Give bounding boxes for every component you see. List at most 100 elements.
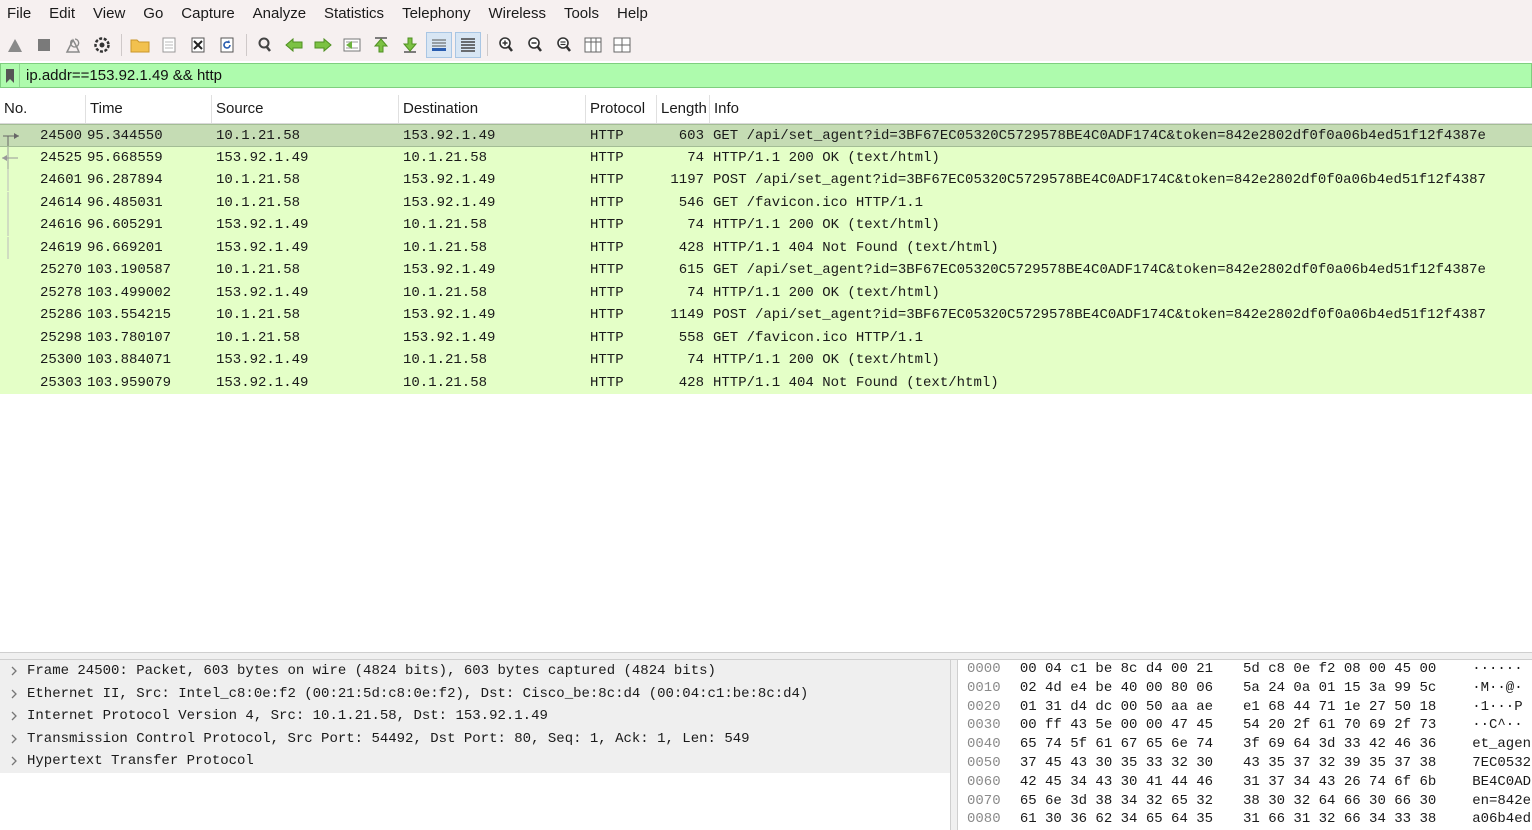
hex-bytes-low[interactable]: 61 30 36 62 34 65 64 35 bbox=[1020, 810, 1243, 829]
menu-capture[interactable]: Capture bbox=[173, 0, 244, 28]
detail-row-frame[interactable]: Frame 24500: Packet, 603 bytes on wire (… bbox=[0, 660, 950, 683]
menu-statistics[interactable]: Statistics bbox=[316, 0, 394, 28]
colorize-button[interactable] bbox=[455, 31, 481, 58]
column-header-destination[interactable]: Destination bbox=[399, 95, 586, 123]
ascii-bytes[interactable]: BE4C0AD bbox=[1472, 773, 1532, 792]
packet-row[interactable]: 24616 96.605291 153.92.1.49 10.1.21.58 HTTP 7… bbox=[0, 214, 1532, 237]
ascii-bytes[interactable]: ······ bbox=[1472, 660, 1532, 679]
column-header-protocol[interactable]: Protocol bbox=[586, 95, 657, 123]
resize-columns-button[interactable] bbox=[580, 32, 606, 58]
go-back-button[interactable] bbox=[281, 32, 307, 58]
hex-bytes-high[interactable]: 5d c8 0e f2 08 00 45 00 bbox=[1243, 660, 1472, 679]
hex-bytes-low[interactable]: 02 4d e4 be 40 00 80 06 bbox=[1020, 679, 1243, 698]
save-file-button[interactable] bbox=[156, 32, 182, 58]
ascii-bytes[interactable]: ·1···P bbox=[1472, 698, 1532, 717]
go-forward-button[interactable] bbox=[310, 32, 336, 58]
related-packet-line-icon bbox=[0, 349, 20, 372]
hex-bytes-high[interactable]: 43 35 37 32 39 35 37 38 bbox=[1243, 754, 1472, 773]
menu-telephony[interactable]: Telephony bbox=[394, 0, 480, 28]
packet-row[interactable]: 24525 95.668559 153.92.1.49 10.1.21.58 HTTP 7… bbox=[0, 146, 1532, 169]
packet-row[interactable]: 25278 103.499002 153.92.1.49 10.1.21.58 HTTP… bbox=[0, 281, 1532, 305]
close-file-button[interactable] bbox=[185, 32, 211, 58]
hex-bytes-high[interactable]: 38 30 32 64 66 30 66 30 bbox=[1243, 792, 1472, 811]
open-file-button[interactable] bbox=[127, 32, 153, 58]
related-packet-line-icon bbox=[0, 282, 20, 305]
menu-go[interactable]: Go bbox=[135, 0, 173, 28]
ascii-bytes[interactable]: 7EC0532 bbox=[1472, 754, 1532, 773]
hex-bytes-high[interactable]: 5a 24 0a 01 15 3a 99 5c bbox=[1243, 679, 1472, 698]
chevron-right-icon[interactable] bbox=[0, 666, 27, 676]
ascii-bytes[interactable]: a06b4ed bbox=[1472, 810, 1532, 829]
display-filter-input[interactable] bbox=[26, 67, 1426, 84]
column-header-time[interactable]: Time bbox=[86, 95, 212, 123]
hex-bytes-high[interactable]: 3f 69 64 3d 33 42 46 36 bbox=[1243, 735, 1472, 754]
detail-row-tcp[interactable]: Transmission Control Protocol, Src Port:… bbox=[0, 728, 950, 751]
ascii-bytes[interactable]: et_agen bbox=[1472, 735, 1532, 754]
packet-row[interactable]: 25303 103.959079 153.92.1.49 10.1.21.58 HTTP… bbox=[0, 371, 1532, 394]
menu-help[interactable]: Help bbox=[609, 0, 658, 28]
hex-bytes-low[interactable]: 01 31 d4 dc 00 50 aa ae bbox=[1020, 698, 1243, 717]
packet-row[interactable]: 24619 96.669201 153.92.1.49 10.1.21.58 HTTP 4… bbox=[0, 236, 1532, 259]
normal-size-button[interactable] bbox=[551, 32, 577, 58]
packet-length: 603 bbox=[678, 128, 704, 144]
zoom-in-button[interactable] bbox=[493, 32, 519, 58]
menu-wireless[interactable]: Wireless bbox=[480, 0, 556, 28]
packet-row[interactable]: 24601 96.287894 10.1.21.58 153.92.1.49 HTTP 1… bbox=[0, 169, 1532, 192]
packet-row[interactable]: 24500 95.344550 10.1.21.58 153.92.1.49 HTTP 6… bbox=[0, 124, 1532, 147]
hex-bytes-low[interactable]: 65 74 5f 61 67 65 6e 74 bbox=[1020, 735, 1243, 754]
detail-row-ipv4[interactable]: Internet Protocol Version 4, Src: 10.1.2… bbox=[0, 705, 950, 728]
last-packet-button[interactable] bbox=[397, 32, 423, 58]
start-capture-button[interactable] bbox=[2, 32, 28, 58]
menu-analyze[interactable]: Analyze bbox=[245, 0, 316, 28]
menu-tools[interactable]: Tools bbox=[556, 0, 609, 28]
hex-bytes-low[interactable]: 37 45 43 30 35 33 32 30 bbox=[1020, 754, 1243, 773]
chevron-right-icon[interactable] bbox=[0, 756, 27, 766]
hex-bytes-low[interactable]: 00 ff 43 5e 00 00 47 45 bbox=[1020, 716, 1243, 735]
hex-bytes-high[interactable]: 31 66 31 32 66 34 33 38 bbox=[1243, 810, 1472, 829]
go-to-packet-button[interactable] bbox=[339, 32, 365, 58]
menu-edit[interactable]: Edit bbox=[41, 0, 85, 28]
column-header-no[interactable]: No. bbox=[0, 95, 86, 123]
first-packet-button[interactable] bbox=[368, 32, 394, 58]
packet-row[interactable]: 25286 103.554215 10.1.21.58 153.92.1.49 HTTP… bbox=[0, 304, 1532, 327]
menu-view[interactable]: View bbox=[85, 0, 135, 28]
ascii-bytes[interactable]: ·M··@· bbox=[1472, 679, 1532, 698]
reload-file-button[interactable] bbox=[214, 32, 240, 58]
stop-capture-button[interactable] bbox=[31, 32, 57, 58]
packet-row[interactable]: 24614 96.485031 10.1.21.58 153.92.1.49 HTTP 5… bbox=[0, 191, 1532, 214]
packet-info: HTTP/1.1 200 OK (text/html) bbox=[713, 149, 940, 166]
chevron-right-icon[interactable] bbox=[0, 734, 27, 744]
hex-bytes-low[interactable]: 42 45 34 43 30 41 44 46 bbox=[1020, 773, 1243, 792]
detail-row-ethernet[interactable]: Ethernet II, Src: Intel_c8:0e:f2 (00:21:… bbox=[0, 683, 950, 706]
capture-options-button[interactable] bbox=[89, 32, 115, 58]
packet-destination: 153.92.1.49 bbox=[403, 262, 496, 278]
auto-scroll-button[interactable] bbox=[426, 31, 452, 58]
filter-bookmark-button[interactable] bbox=[1, 64, 20, 87]
packet-row[interactable]: 25298 103.780107 10.1.21.58 153.92.1.49 HTTP… bbox=[0, 326, 1532, 349]
packet-row[interactable]: 25270 103.190587 10.1.21.58 153.92.1.49 HTTP… bbox=[0, 259, 1532, 282]
ascii-bytes[interactable]: en=842e bbox=[1472, 792, 1532, 811]
find-packet-button[interactable] bbox=[252, 32, 278, 58]
ascii-bytes[interactable]: ··C^·· bbox=[1472, 716, 1532, 735]
horizontal-splitter[interactable] bbox=[0, 652, 1532, 660]
layout-button[interactable] bbox=[609, 32, 635, 58]
toolbar-separator bbox=[246, 33, 247, 56]
hex-bytes-low[interactable]: 65 6e 3d 38 34 32 65 32 bbox=[1020, 792, 1243, 811]
restart-capture-button[interactable] bbox=[60, 32, 86, 58]
detail-row-http[interactable]: Hypertext Transfer Protocol bbox=[0, 750, 950, 773]
packet-time: 103.554215 bbox=[87, 307, 172, 323]
menu-file[interactable]: File bbox=[0, 0, 41, 28]
zoom-out-button[interactable] bbox=[522, 32, 548, 58]
packet-row[interactable]: 25300 103.884071 153.92.1.49 10.1.21.58 HTTP… bbox=[0, 349, 1532, 372]
hex-bytes-high[interactable]: e1 68 44 71 1e 27 50 18 bbox=[1243, 698, 1472, 717]
vertical-splitter[interactable] bbox=[950, 660, 958, 830]
column-header-source[interactable]: Source bbox=[212, 95, 399, 123]
hex-bytes-low[interactable]: 00 04 c1 be 8c d4 00 21 bbox=[1020, 660, 1243, 679]
packet-length: 558 bbox=[678, 329, 704, 346]
column-header-info[interactable]: Info bbox=[710, 95, 1532, 123]
hex-bytes-high[interactable]: 31 37 34 43 26 74 6f 6b bbox=[1243, 773, 1472, 792]
chevron-right-icon[interactable] bbox=[0, 711, 27, 721]
column-header-length[interactable]: Length bbox=[657, 95, 710, 123]
chevron-right-icon[interactable] bbox=[0, 689, 27, 699]
hex-bytes-high[interactable]: 54 20 2f 61 70 69 2f 73 bbox=[1243, 716, 1472, 735]
